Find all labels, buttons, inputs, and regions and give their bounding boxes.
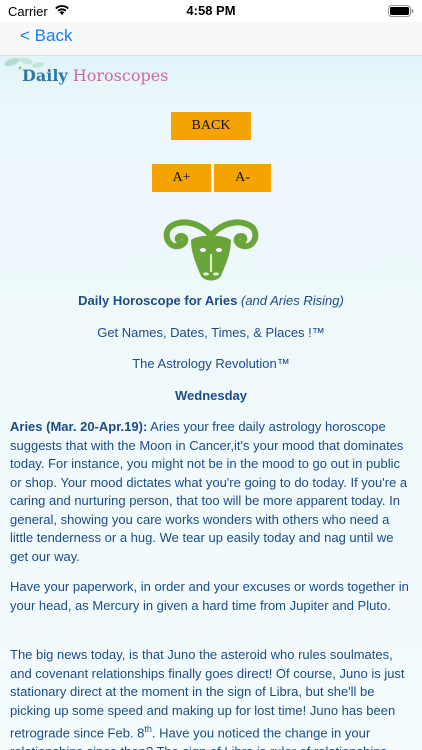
get-names-tagline: Get Names, Dates, Times, & Places !™ [97,325,325,340]
clock: 4:58 PM [186,3,236,18]
banner-word-daily: Daily [22,66,68,85]
paragraph-3-superscript: th [144,724,152,734]
astrology-revolution-tagline: The Astrology Revolution™ [132,356,290,371]
horoscope-paragraph-1: Aries (Mar. 20-Apr.19): Aries your free … [10,418,412,566]
status-bar: Carrier 4:58 PM [0,0,422,22]
horoscope-title: Daily Horoscope for Aries (and Aries Ris… [0,293,422,308]
weekday-heading: Wednesday [174,388,247,403]
nav-back-button[interactable]: < Back [20,26,72,46]
back-button[interactable]: BACK [171,112,251,140]
paragraph-1-text: Aries your free daily astrology horoscop… [10,419,408,564]
aries-ram-icon [163,219,259,281]
horoscope-paragraph-2: Have your paperwork, in order and your e… [10,579,409,613]
banner-word-horoscopes: Horoscopes [72,66,169,85]
increase-font-button[interactable]: A+ [152,164,211,192]
battery-icon [388,5,414,17]
horoscope-content: Daily Horoscopes BACK A+ A- Daily Horosc… [0,56,422,750]
navigation-bar: < Back [0,22,422,56]
horoscope-title-sign: Daily Horoscope for Aries [78,293,238,308]
banner-title: Daily Horoscopes [22,66,168,85]
horoscope-title-rising: (and Aries Rising) [240,293,344,308]
horoscope-paragraph-3: The big news today, is that Juno the ast… [10,646,412,750]
daily-horoscopes-banner: Daily Horoscopes [0,56,422,94]
sign-date-range: Aries (Mar. 20-Apr.19): [10,419,148,434]
decrease-font-button[interactable]: A- [214,164,271,192]
